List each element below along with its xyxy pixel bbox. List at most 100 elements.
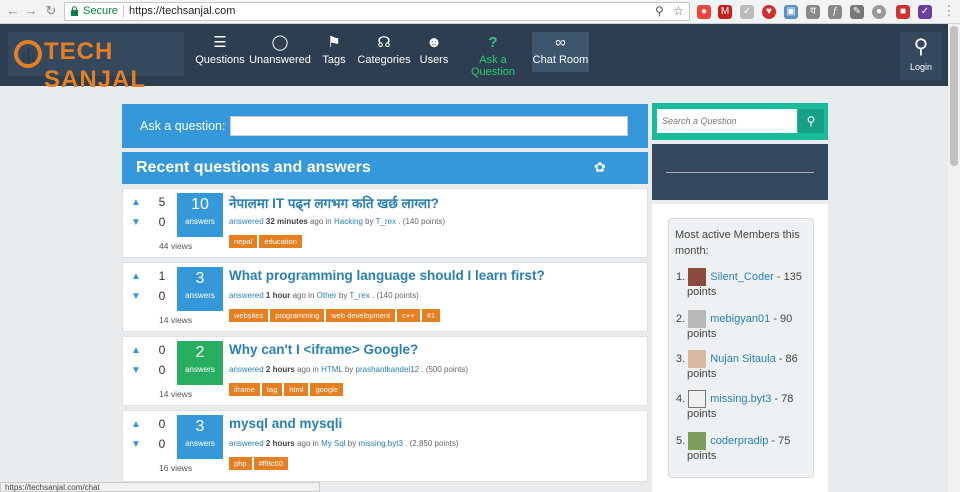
member-name[interactable]: coderpradip — [710, 435, 768, 447]
nav-label: Ask a Question — [470, 54, 516, 78]
search-icon[interactable]: ⚲ — [798, 109, 824, 133]
tag[interactable]: #ff8c00 — [253, 457, 288, 470]
pen-icon[interactable]: ✎ — [850, 5, 864, 19]
avatar[interactable] — [688, 310, 707, 328]
pocket-icon[interactable]: ♥ — [762, 5, 776, 19]
nav-users[interactable]: ☻ Users — [414, 32, 454, 72]
adblock-icon[interactable]: ■ — [896, 5, 910, 19]
address-bar[interactable]: Secure https://techsanjal.com ⚲ ☆ — [64, 2, 690, 21]
answered-link[interactable]: answered — [229, 291, 264, 300]
rss-icon[interactable]: ✿ — [594, 159, 606, 176]
avatar[interactable] — [688, 350, 707, 368]
scrollbar-thumb[interactable] — [950, 26, 958, 166]
star-icon[interactable]: ☆ — [673, 3, 684, 20]
recent-title: Recent questions and answers — [136, 159, 371, 176]
search-input[interactable] — [657, 109, 797, 133]
nav-ask-question[interactable]: ? Ask a Question — [456, 32, 530, 78]
tag[interactable]: iframe — [229, 383, 260, 396]
avatar[interactable] — [688, 268, 707, 286]
vote-up-icon[interactable]: ▲ — [131, 197, 141, 208]
tasks-icon[interactable]: ✓ — [918, 5, 932, 19]
tag[interactable]: nepal — [229, 235, 258, 248]
member-rank: 3. — [676, 352, 686, 365]
tag-list: websites programming web development c++ #1 — [229, 305, 442, 323]
answered-link[interactable]: answered — [229, 217, 264, 226]
gmail-icon[interactable]: M — [718, 5, 732, 19]
member-name[interactable]: missing.byt3 — [710, 393, 771, 405]
avatar[interactable] — [688, 432, 707, 450]
tag[interactable]: c++ — [397, 309, 420, 322]
vote-down-icon[interactable]: ▼ — [131, 365, 141, 376]
status-bar: https://techsanjal.com/chat — [0, 482, 320, 492]
vote-up-icon[interactable]: ▲ — [131, 345, 141, 356]
tag[interactable]: websites — [229, 309, 269, 322]
tag[interactable]: programming — [270, 309, 325, 322]
vote-down-icon[interactable]: ▼ — [131, 291, 141, 302]
image-icon[interactable]: ▣ — [784, 5, 798, 19]
page-scrollbar[interactable] — [948, 24, 960, 492]
recent-header: Recent questions and answers ✿ — [122, 152, 648, 184]
tag[interactable]: html — [284, 383, 309, 396]
answer-count-box: 10 answers — [177, 193, 223, 237]
user-link[interactable]: missing.byt3 — [358, 439, 402, 448]
nav-questions[interactable]: ☰ Questions — [194, 32, 246, 72]
orb-icon[interactable]: ● — [872, 5, 886, 19]
login-button[interactable]: ⚲ Login — [900, 32, 942, 80]
ask-input[interactable] — [230, 116, 628, 136]
avatar[interactable] — [688, 390, 707, 408]
user-points: . (140 points) — [372, 291, 419, 300]
vote-down-icon[interactable]: ▼ — [131, 217, 141, 228]
category-link[interactable]: Other — [317, 291, 337, 300]
answered-link[interactable]: answered — [229, 439, 264, 448]
member-name[interactable]: Silent_Coder — [710, 271, 774, 283]
user-link[interactable]: T_rex — [376, 217, 396, 226]
forward-icon[interactable]: → — [24, 4, 38, 18]
logo[interactable]: TECH SANJAL — [8, 32, 184, 93]
category-link[interactable]: Hacking — [334, 217, 363, 226]
member-name[interactable]: Nujan Sitaula — [710, 353, 775, 365]
nav-chat-room[interactable]: ∞ Chat Room — [532, 32, 589, 72]
menu-icon[interactable]: ⋮ — [942, 4, 956, 18]
user-link[interactable]: T_rex — [349, 291, 369, 300]
question-title[interactable]: What programming language should I learn… — [229, 268, 545, 283]
tag[interactable]: php — [229, 457, 252, 470]
tag[interactable]: tag — [261, 383, 283, 396]
url-text[interactable]: https://techsanjal.com — [129, 3, 235, 20]
key-icon: ⚲ — [913, 36, 929, 58]
answer-count-box: 2 answers — [177, 341, 223, 385]
back-icon[interactable]: ← — [6, 4, 20, 18]
tag[interactable]: web development — [326, 309, 396, 322]
member-points-label: points — [687, 286, 717, 298]
reload-icon[interactable]: ↻ — [44, 4, 58, 18]
vote-up-icon[interactable]: ▲ — [131, 271, 141, 282]
script-icon[interactable]: ƒ — [828, 5, 842, 19]
question-title[interactable]: नेपालमा IT पढ्न लगभग कति खर्छ लाग्ला? — [229, 194, 439, 212]
category-link[interactable]: HTML — [321, 365, 342, 374]
view-count: 14 views — [159, 389, 193, 399]
vote-down-icon[interactable]: ▼ — [131, 439, 141, 450]
member-points-label: points — [687, 408, 717, 420]
key-icon[interactable]: ⚲ — [655, 3, 664, 20]
member-name[interactable]: mebigyan01 — [710, 313, 770, 325]
member-score: - 90 — [773, 312, 793, 325]
nav-categories[interactable]: ☊ Categories — [356, 32, 412, 72]
translate-icon[interactable]: य — [806, 5, 820, 19]
tag[interactable]: education — [259, 235, 302, 248]
tag[interactable]: #1 — [421, 309, 441, 322]
tag[interactable]: google — [310, 383, 343, 396]
nav-unanswered[interactable]: ◯ Unanswered — [248, 32, 312, 72]
view-count: 14 views — [159, 315, 193, 325]
answer-count: 2 — [195, 344, 205, 361]
category-link[interactable]: My Sql — [321, 439, 345, 448]
browser-toolbar: ← → ↻ Secure https://techsanjal.com ⚲ ☆ … — [0, 0, 960, 24]
check-icon[interactable]: ✓ — [740, 5, 754, 19]
question-title[interactable]: mysql and mysqli — [229, 416, 342, 431]
extension-icon[interactable]: ● — [697, 5, 711, 19]
view-count: 44 views — [159, 241, 193, 251]
user-link[interactable]: prashantkandel12 — [356, 365, 420, 374]
answered-link[interactable]: answered — [229, 365, 264, 374]
vote-up-icon[interactable]: ▲ — [131, 419, 141, 430]
nav-label: Chat Room — [532, 54, 589, 66]
question-title[interactable]: Why can't I <iframe> Google? — [229, 342, 418, 357]
nav-tags[interactable]: ⚑ Tags — [314, 32, 354, 72]
